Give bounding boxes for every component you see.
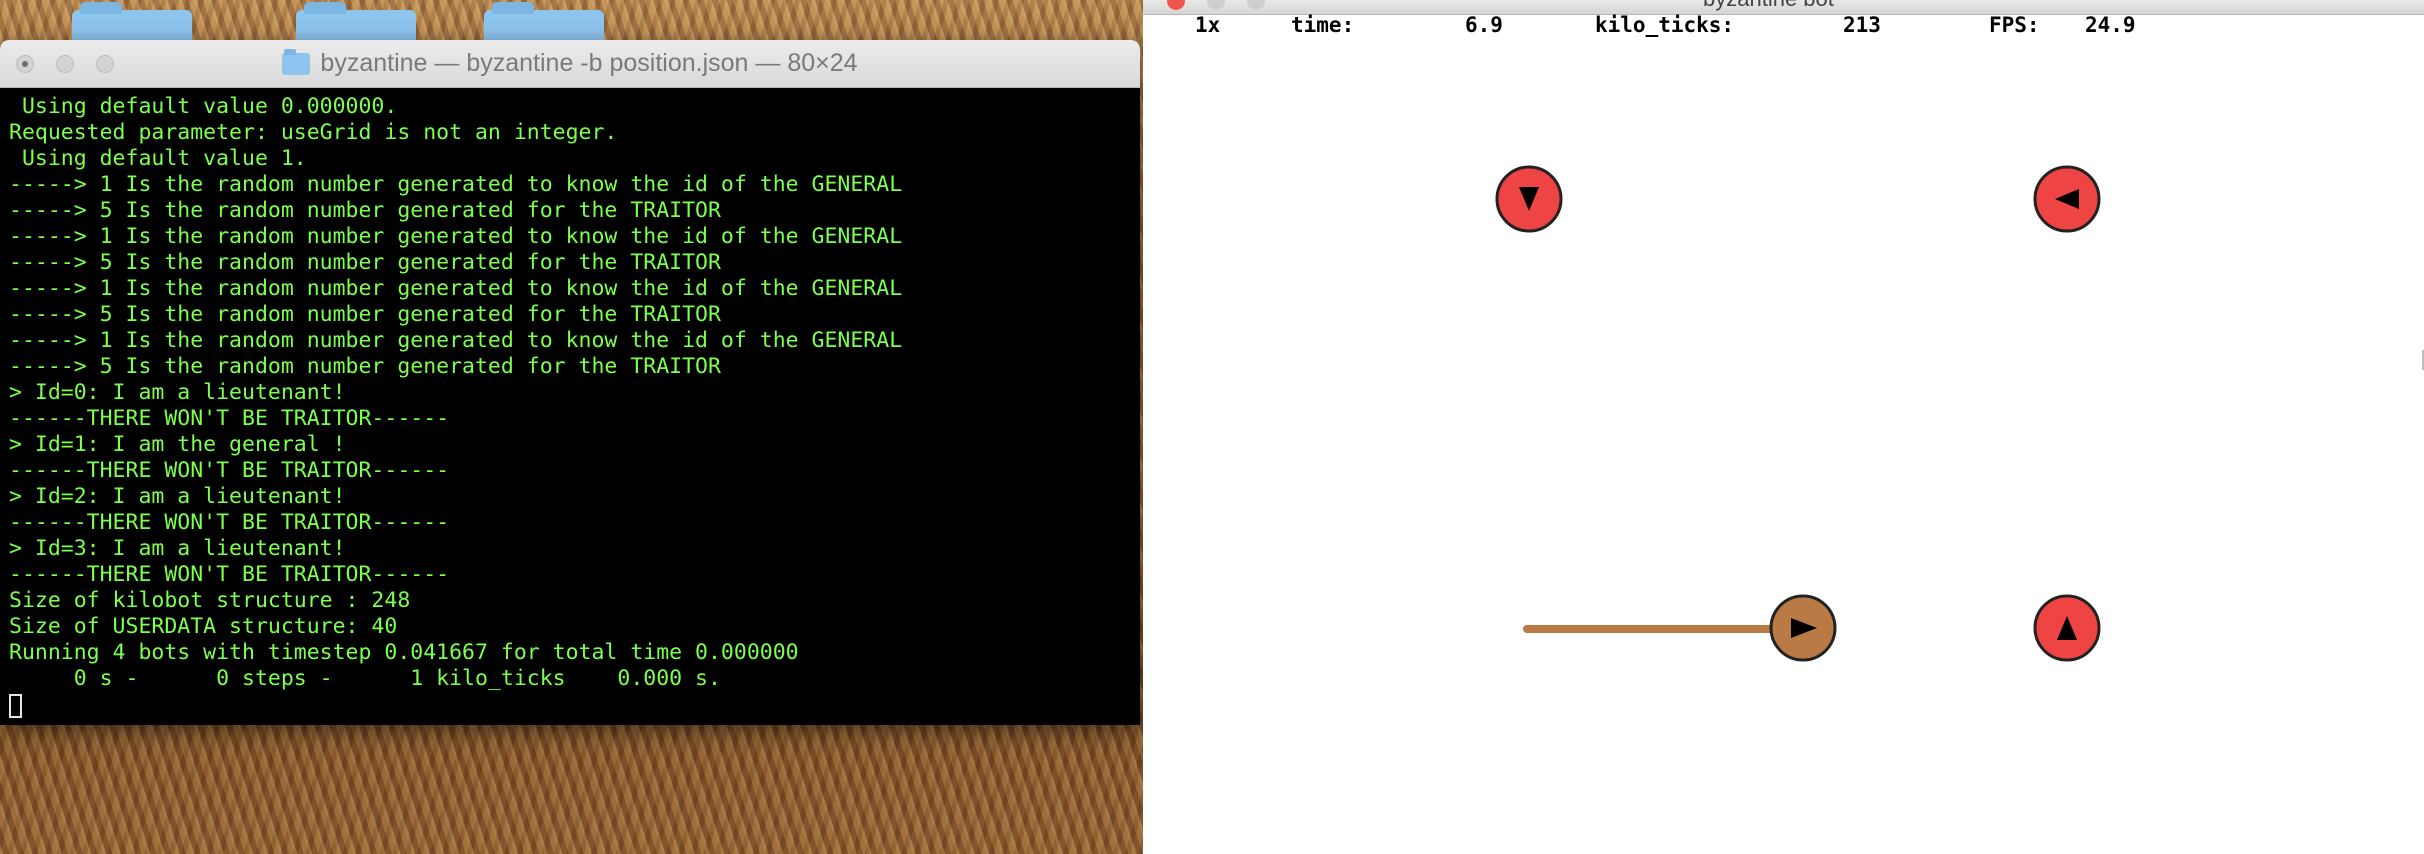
terminal-window[interactable]: byzantine — byzantine -b position.json —… [0,40,1140,725]
terminal-line: -----> 5 Is the random number generated … [9,198,721,223]
terminal-line: Using default value 0.000000. [9,94,398,119]
terminal-line: > Id=1: I am the general ! [9,432,346,457]
terminal-line: > Id=0: I am a lieutenant! [9,380,346,405]
bot-bottom-left[interactable] [1769,594,1837,662]
terminal-line: Size of kilobot structure : 248 [9,588,411,613]
bot-top-left[interactable] [1495,165,1563,233]
terminal-line: -----> 1 Is the random number generated … [9,328,903,353]
bot-top-right[interactable] [2033,165,2101,233]
terminal-line: ------THERE WON'T BE TRAITOR------ [9,510,450,535]
text-cursor [9,694,22,718]
terminal-line: ------THERE WON'T BE TRAITOR------ [9,562,450,587]
terminal-title-text: byzantine — byzantine -b position.json —… [320,49,858,77]
folder-icon [282,48,311,75]
bot-bottom-right[interactable] [2033,594,2101,662]
simulator-window[interactable]: byzantine bot 1x time: 6.9 kilo_ticks: 2… [1143,0,2424,854]
terminal-line: Size of USERDATA structure: 40 [9,614,398,639]
terminal-line: > Id=3: I am a lieutenant! [9,536,346,561]
terminal-line: ------THERE WON'T BE TRAITOR------ [9,406,450,431]
terminal-line: -----> 5 Is the random number generated … [9,302,721,327]
terminal-titlebar[interactable]: byzantine — byzantine -b position.json —… [0,40,1140,88]
terminal-line: -----> 1 Is the random number generated … [9,224,903,249]
simulation-arena[interactable] [1143,0,2424,854]
terminal-line: Running 4 bots with timestep 0.041667 fo… [9,640,799,665]
terminal-line: > Id=2: I am a lieutenant! [9,484,346,509]
terminal-line: 0 s - 0 steps - 1 kilo_ticks 0.000 s. [9,666,721,691]
terminal-line: ------THERE WON'T BE TRAITOR------ [9,458,450,483]
terminal-line: -----> 5 Is the random number generated … [9,354,721,379]
terminal-line: Using default value 1. [9,146,307,171]
terminal-line: -----> 1 Is the random number generated … [9,276,903,301]
terminal-prompt-line[interactable] [9,692,1131,718]
terminal-line: -----> 1 Is the random number generated … [9,172,903,197]
terminal-line: -----> 5 Is the random number generated … [9,250,721,275]
terminal-output[interactable]: Using default value 0.000000. Requested … [0,88,1140,718]
terminal-line: Requested parameter: useGrid is not an i… [9,120,618,145]
terminal-title: byzantine — byzantine -b position.json —… [0,40,1140,87]
